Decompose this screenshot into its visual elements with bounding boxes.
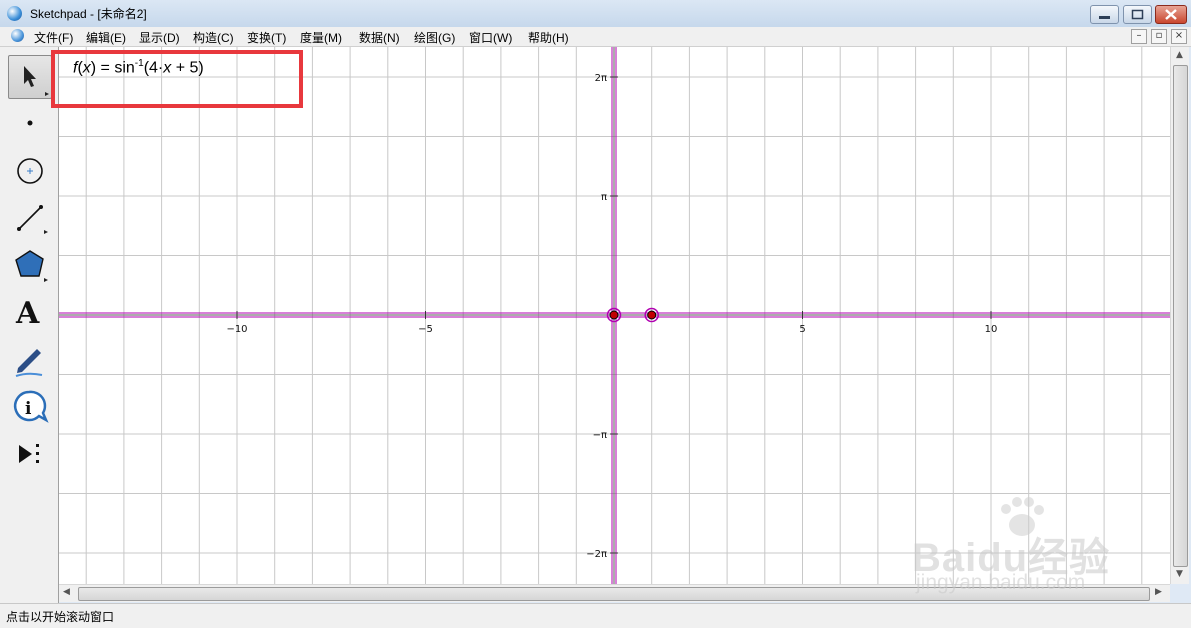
document-icon[interactable] (11, 29, 24, 42)
text-a-icon: A (15, 296, 40, 331)
app-icon (7, 6, 22, 21)
custom-tools[interactable] (8, 434, 50, 476)
menu-window[interactable]: 窗口(W) (469, 29, 512, 46)
baidu-watermark: Baidu经验 jingyan.baidu.com (912, 495, 1132, 605)
window-title: Sketchpad - [未命名2] (30, 7, 147, 21)
menu-edit[interactable]: 编辑(E) (86, 29, 126, 46)
scroll-down-icon[interactable]: ▼ (1176, 569, 1183, 579)
scroll-left-icon[interactable]: ◀ (63, 587, 70, 597)
text-tool[interactable]: A (8, 292, 50, 334)
point-tool[interactable] (8, 103, 50, 145)
marker-tool[interactable] (8, 340, 50, 382)
x-tick-label: 5 (799, 324, 805, 335)
menu-graph[interactable]: 绘图(G) (414, 29, 455, 46)
y-tick-label: −π (593, 430, 607, 441)
custom-tool-play-icon (19, 444, 39, 463)
watermark-url: jingyan.baidu.com (916, 571, 1086, 594)
arrow-icon (24, 66, 49, 96)
close-button[interactable] (1155, 5, 1187, 24)
svg-text:i: i (25, 399, 32, 419)
menu-display[interactable]: 显示(D) (139, 29, 180, 46)
marker-pen-icon (15, 349, 43, 377)
x-tick-label: 10 (985, 324, 998, 335)
vertical-scroll-thumb[interactable] (1173, 65, 1188, 567)
info-icon: i (13, 390, 49, 423)
menu-measure[interactable]: 度量(M) (300, 29, 342, 46)
polygon-icon (15, 250, 48, 282)
y-tick-label: 2π (595, 73, 607, 84)
status-bar: 点击以开始滚动窗口 (0, 603, 1191, 628)
menu-file[interactable]: 文件(F) (34, 29, 73, 46)
menu-transform[interactable]: 变换(T) (247, 29, 286, 46)
menu-help[interactable]: 帮助(H) (528, 29, 569, 46)
scroll-right-icon[interactable]: ▶ (1155, 587, 1162, 597)
menu-bar: 文件(F) 编辑(E) 显示(D) 构造(C) 变换(T) 度量(M) 数据(N… (0, 27, 1191, 47)
status-text: 点击以开始滚动窗口 (6, 610, 115, 624)
origin (609, 310, 619, 320)
polygon-tool[interactable] (8, 245, 50, 287)
compass-tool[interactable] (8, 150, 50, 192)
doc-close-button[interactable]: × (1171, 29, 1187, 44)
maximize-button[interactable] (1123, 5, 1152, 24)
unit-point (647, 310, 657, 320)
toolbox: A i (0, 47, 59, 603)
y-tick-label: −2π (586, 549, 607, 560)
y-tick-label: π (601, 192, 607, 203)
x-tick-label: −5 (418, 324, 433, 335)
menu-data[interactable]: 数据(N) (359, 29, 400, 46)
vertical-scrollbar[interactable]: ▲ ▼ (1170, 47, 1189, 584)
x-tick-label: −10 (226, 324, 247, 335)
highlight-annotation-box (51, 50, 303, 108)
menu-construct[interactable]: 构造(C) (193, 29, 234, 46)
circle-icon (17, 158, 43, 184)
straightedge-tool[interactable] (8, 197, 50, 239)
minimize-button[interactable] (1090, 5, 1119, 24)
svg-text:A: A (15, 296, 40, 331)
doc-minimize-button[interactable]: – (1131, 29, 1147, 44)
point-icon (27, 120, 33, 126)
line-icon (17, 205, 48, 234)
scroll-up-icon[interactable]: ▲ (1176, 50, 1183, 60)
title-bar: Sketchpad - [未命名2] (0, 0, 1191, 28)
information-tool[interactable]: i (8, 387, 50, 429)
doc-restore-button[interactable]: ▫ (1151, 29, 1167, 44)
arrow-select-tool[interactable] (8, 55, 52, 99)
